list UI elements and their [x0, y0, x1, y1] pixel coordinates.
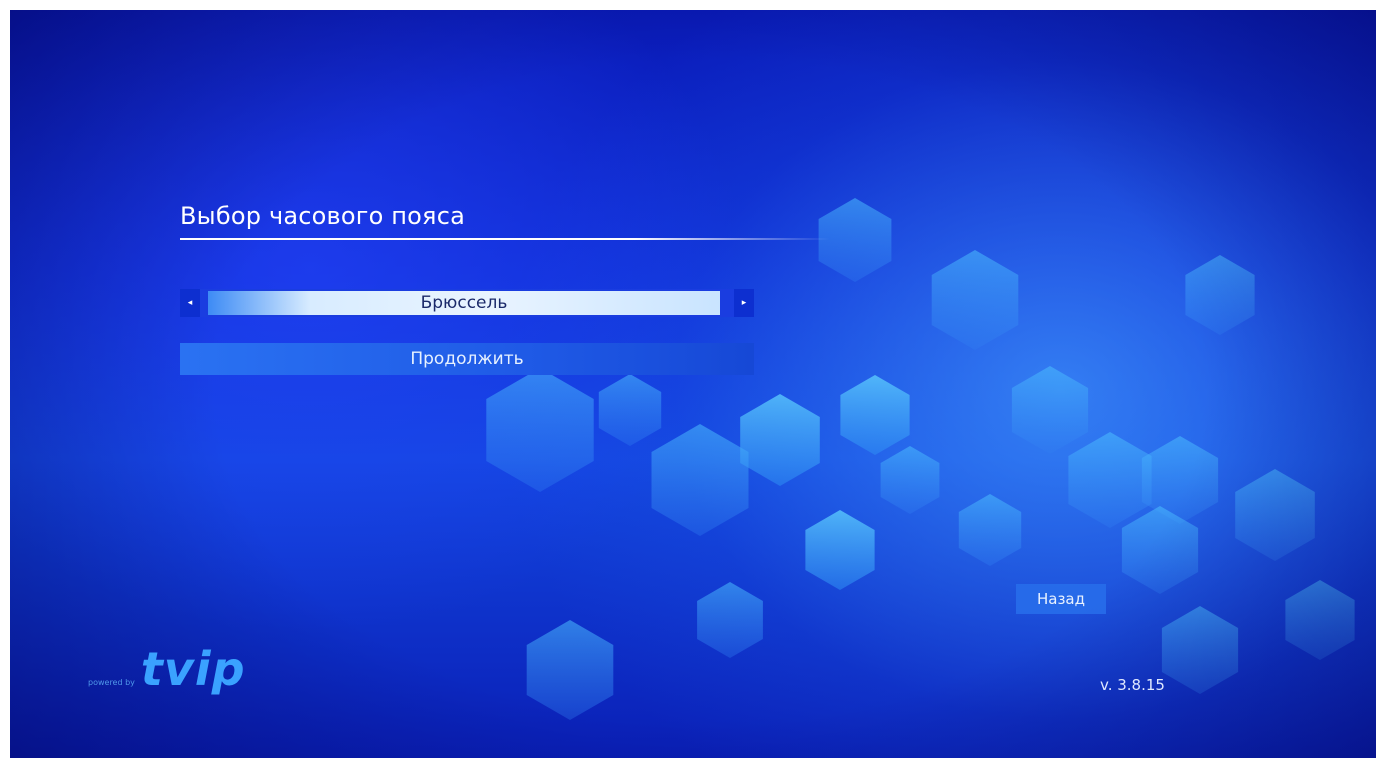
hexagon-shape	[486, 368, 594, 492]
powered-by-label: powered by	[88, 678, 135, 687]
hexagon-shape	[840, 375, 910, 455]
title-underline	[180, 238, 830, 240]
hexagon-shape	[958, 494, 1022, 566]
page-title: Выбор часового пояса	[180, 202, 465, 230]
hexagon-shape	[598, 374, 662, 446]
timezone-value[interactable]: Брюссель	[208, 291, 720, 315]
logo-wordmark: tvip	[140, 642, 246, 696]
hexagon-shape	[931, 250, 1019, 350]
hexagon-cluster	[486, 198, 1355, 720]
timezone-selector[interactable]: ◂ Брюссель ▸	[180, 289, 754, 317]
setup-screen: Выбор часового пояса ◂ Брюссель ▸ Продол…	[10, 10, 1376, 758]
hexagon-shape	[818, 198, 892, 282]
tvip-logo: powered by tvip	[88, 642, 246, 696]
hexagon-shape	[1235, 469, 1315, 561]
hexagon-shape	[1285, 580, 1355, 660]
arrow-left-icon: ◂	[187, 298, 193, 308]
hexagon-shape	[651, 424, 749, 536]
version-label: v. 3.8.15	[1100, 676, 1165, 694]
arrow-right-icon: ▸	[741, 298, 747, 308]
prev-option-button[interactable]: ◂	[180, 289, 200, 317]
hexagon-shape	[1161, 606, 1239, 694]
hexagon-shape	[740, 394, 820, 486]
continue-button[interactable]: Продолжить	[180, 343, 754, 375]
back-button[interactable]: Назад	[1016, 584, 1106, 614]
hexagon-shape	[697, 582, 763, 658]
next-option-button[interactable]: ▸	[734, 289, 754, 317]
hexagon-shape	[526, 620, 614, 720]
hexagon-shape	[1068, 432, 1152, 528]
hexagon-shape	[805, 510, 875, 590]
hexagon-shape	[1185, 255, 1255, 335]
hexagon-shape	[1011, 366, 1089, 454]
hexagon-shape	[880, 446, 940, 514]
